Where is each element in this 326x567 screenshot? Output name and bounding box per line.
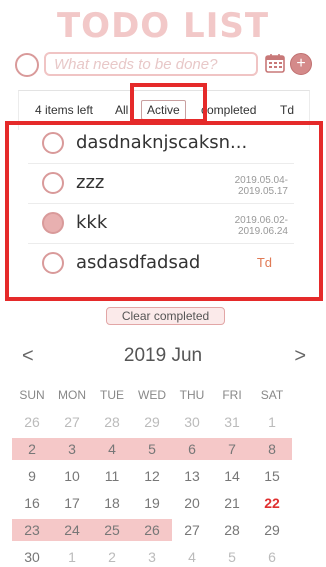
todo-date-end: 2019.06.24	[237, 226, 288, 237]
calendar-day[interactable]: 23	[12, 519, 52, 541]
calendar-next-button[interactable]: >	[294, 345, 306, 368]
calendar-day[interactable]: 2	[92, 546, 132, 567]
new-todo-input[interactable]	[44, 52, 258, 76]
todo-checkbox[interactable]	[42, 172, 64, 194]
calendar-day[interactable]: 27	[52, 411, 92, 433]
calendar-weekday: FRI	[222, 388, 242, 402]
calendar-day[interactable]: 9	[12, 465, 52, 487]
calendar-day[interactable]: 28	[212, 519, 252, 541]
calendar-day[interactable]: 30	[12, 546, 52, 567]
calendar-weekday: SAT	[260, 388, 284, 402]
calendar-day[interactable]: 19	[132, 492, 172, 514]
calendar-day[interactable]: 22	[252, 492, 292, 514]
calendar-day[interactable]: 2	[12, 438, 52, 460]
todo-checkbox[interactable]	[42, 132, 64, 154]
todo-item[interactable]: zzz 2019.05.04- 2019.05.17	[28, 164, 294, 204]
calendar-day[interactable]: 27	[172, 519, 212, 541]
calendar-week-row: 26 27 28 29 30 31 1	[12, 411, 294, 438]
clear-completed-button[interactable]: Clear completed	[106, 307, 225, 325]
calendar-day[interactable]: 4	[172, 546, 212, 567]
calendar-day[interactable]: 7	[212, 438, 252, 460]
todo-checkbox[interactable]	[42, 212, 64, 234]
calendar-day[interactable]: 6	[252, 546, 292, 567]
todo-item[interactable]: asdasdfadsad Td	[28, 244, 294, 284]
calendar-day[interactable]: 18	[92, 492, 132, 514]
calendar-icon[interactable]	[264, 52, 286, 74]
todo-date-end: 2019.05.17	[237, 186, 288, 197]
calendar-weekday: THU	[179, 388, 205, 402]
calendar-day[interactable]: 3	[132, 546, 172, 567]
calendar-day[interactable]: 29	[132, 411, 172, 433]
calendar-weekday: WED	[138, 388, 166, 402]
filter-completed[interactable]: completed	[201, 103, 256, 117]
calendar-header: < 2019 Jun >	[0, 345, 326, 371]
app-title: TODO LIST	[56, 6, 270, 46]
calendar-day[interactable]: 6	[172, 438, 212, 460]
calendar-day[interactable]: 11	[92, 465, 132, 487]
calendar-weekday: SUN	[19, 388, 45, 402]
todo-date-start: 2019.06.02-	[234, 215, 288, 226]
calendar-day[interactable]: 4	[92, 438, 132, 460]
calendar-day[interactable]: 10	[52, 465, 92, 487]
calendar-title: 2019 Jun	[123, 345, 203, 366]
todo-text: asdasdfadsad	[76, 252, 201, 273]
calendar-day[interactable]: 30	[172, 411, 212, 433]
calendar-weekday: TUE	[100, 388, 124, 402]
plus-icon: +	[296, 55, 306, 72]
calendar-day[interactable]: 1	[52, 546, 92, 567]
todo-date-start: 2019.05.04-	[234, 175, 288, 186]
calendar-week-row: 2345678	[12, 438, 294, 465]
calendar-day[interactable]: 21	[212, 492, 252, 514]
new-todo-row: +	[0, 50, 326, 80]
calendar-day[interactable]: 24	[52, 519, 92, 541]
calendar-day[interactable]: 12	[132, 465, 172, 487]
calendar-week-row: 30 1 2 3 4 5 6	[12, 546, 294, 567]
calendar-day[interactable]: 20	[172, 492, 212, 514]
calendar-week-row: 23 24 25 26 27 28 29	[12, 519, 294, 546]
add-button[interactable]: +	[290, 53, 312, 75]
calendar-day[interactable]: 13	[172, 465, 212, 487]
calendar-day[interactable]: 15	[252, 465, 292, 487]
calendar-day[interactable]: 31	[212, 411, 252, 433]
calendar-day[interactable]: 26	[12, 411, 52, 433]
calendar-day[interactable]: 25	[92, 519, 132, 541]
calendar-grid: SUN MON TUE WED THU FRI SAT 26 27 28 29 30 31 1 2 3 4 5 6 7…	[12, 384, 294, 567]
calendar-weekday-row: SUN MON TUE WED THU FRI SAT	[12, 384, 294, 411]
calendar-day[interactable]: 26	[132, 519, 172, 541]
todo-date-range: 2019.06.02- 2019.06.24	[235, 215, 288, 237]
calendar-day[interactable]: 17	[52, 492, 92, 514]
calendar-day[interactable]: 3	[52, 438, 92, 460]
calendar-week-row: 9 10 11 12 13 14 15	[12, 465, 294, 492]
calendar-day[interactable]: 5	[212, 546, 252, 567]
todo-date-range: 2019.05.04- 2019.05.17	[235, 175, 288, 197]
calendar-week-row: 16 17 18 19 20 21 22	[12, 492, 294, 519]
items-left-count: 4 items left	[35, 103, 94, 117]
filter-active[interactable]: Active	[141, 100, 186, 120]
todo-td-tag: Td	[256, 255, 272, 270]
calendar-day[interactable]: 28	[92, 411, 132, 433]
todo-checkbox[interactable]	[42, 252, 64, 274]
toggle-all-checkbox[interactable]	[15, 53, 39, 77]
todo-text: dasdnaknjscaksn...	[76, 132, 248, 153]
calendar-day[interactable]: 1	[252, 411, 292, 433]
todo-text: kkk	[76, 212, 108, 233]
filter-td[interactable]: Td	[280, 103, 294, 117]
todo-text: zzz	[76, 172, 105, 193]
calendar-day[interactable]: 8	[252, 438, 292, 460]
calendar-day[interactable]: 14	[212, 465, 252, 487]
filter-all[interactable]: All	[115, 103, 128, 117]
todo-item[interactable]: kkk 2019.06.02- 2019.06.24	[28, 204, 294, 244]
calendar-day[interactable]: 29	[252, 519, 292, 541]
todo-item[interactable]: dasdnaknjscaksn...	[28, 124, 294, 164]
calendar-day[interactable]: 16	[12, 492, 52, 514]
calendar-day[interactable]: 5	[132, 438, 172, 460]
calendar-weekday: MON	[58, 388, 86, 402]
